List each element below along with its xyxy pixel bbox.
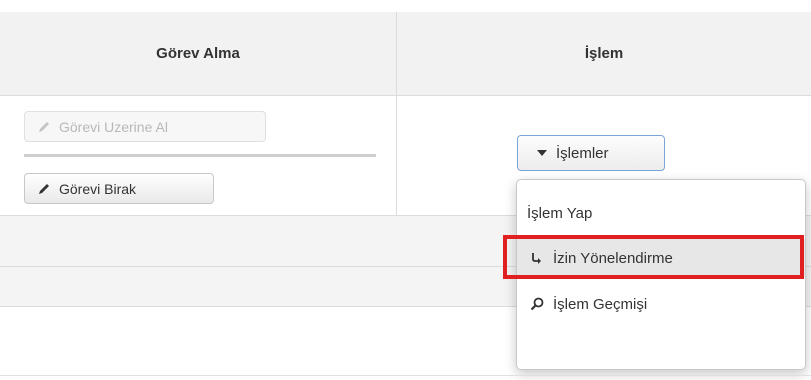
action-separator [24, 154, 376, 157]
column-header-gorev-alma: Görev Alma [156, 45, 240, 62]
column-divider [396, 12, 397, 215]
release-task-button[interactable]: Görevi Birak [24, 173, 214, 204]
release-task-label: Görevi Birak [59, 180, 137, 197]
column-header-islem: İşlem [584, 45, 624, 62]
menu-item-label: İşlem Yap [527, 204, 593, 222]
menu-item-label: İşlem Geçmişi [553, 295, 648, 313]
take-task-label: Görevi Uzerine Al [59, 118, 168, 135]
pencil-icon [37, 182, 51, 196]
highlight-annotation-box [503, 235, 804, 279]
operations-dropdown-label: İşlemler [556, 144, 609, 162]
pencil-icon [37, 120, 51, 134]
search-key-icon [530, 297, 544, 311]
menu-item-islem-yap[interactable]: İşlem Yap [517, 194, 805, 232]
menu-item-islem-gecmisi[interactable]: İşlem Geçmişi [517, 285, 805, 323]
bottom-border [0, 375, 811, 376]
take-task-button[interactable]: Görevi Uzerine Al [24, 111, 266, 142]
header-bottom-border [0, 95, 811, 96]
caret-down-icon [537, 150, 547, 156]
operations-dropdown-button[interactable]: İşlemler [517, 135, 665, 171]
